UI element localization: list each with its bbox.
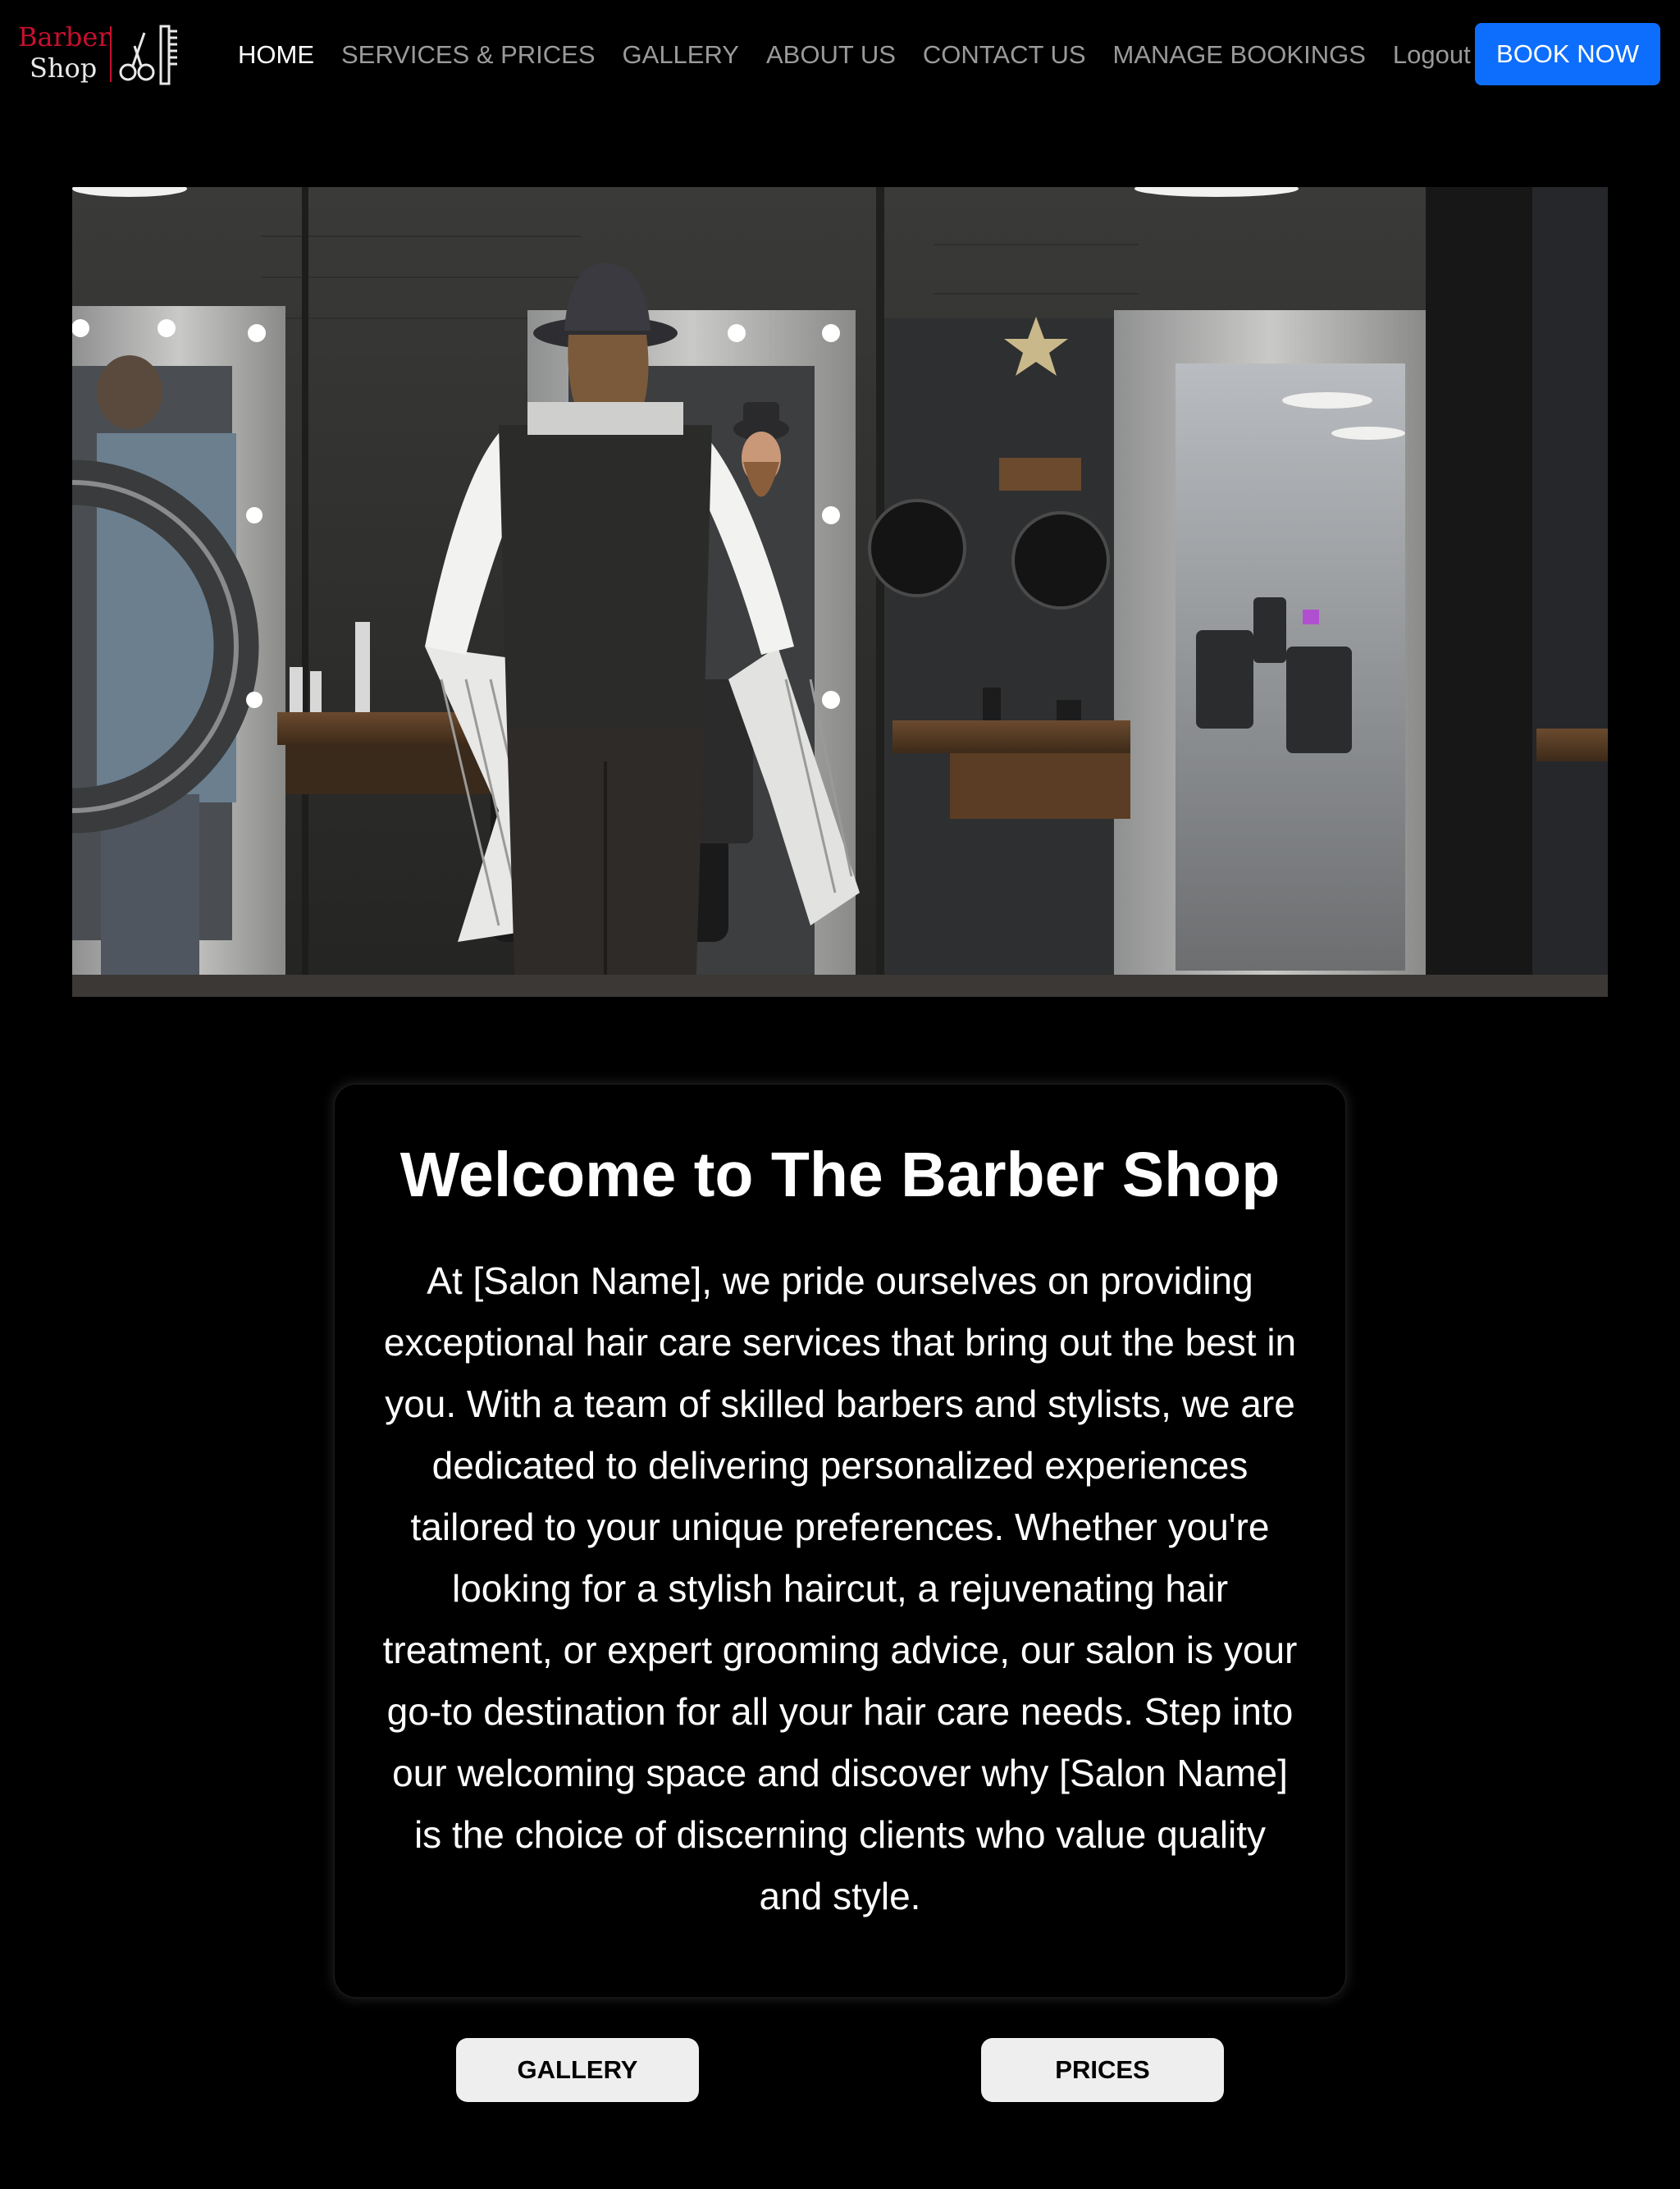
brand-divider	[110, 26, 112, 82]
nav-contact-us[interactable]: CONTACT US	[923, 40, 1086, 70]
gallery-button[interactable]: GALLERY	[456, 2038, 699, 2102]
nav-logout[interactable]: Logout	[1393, 40, 1471, 70]
nav-manage-bookings[interactable]: MANAGE BOOKINGS	[1113, 40, 1366, 70]
prices-button[interactable]: PRICES	[981, 2038, 1224, 2102]
nav-services-prices[interactable]: SERVICES & PRICES	[341, 40, 596, 70]
welcome-title: Welcome to The Barber Shop	[399, 1140, 1281, 1210]
welcome-card: Welcome to The Barber Shop At [Salon Nam…	[335, 1085, 1345, 1997]
brand-logo-text: Barber Shop	[18, 20, 111, 89]
navbar: Barber Shop HOME SERVICES & PRICES GALLE…	[0, 0, 1680, 110]
barbershop-photo-icon	[72, 187, 1608, 997]
brand-line1: Barber	[18, 21, 111, 53]
book-now-button[interactable]: BOOK NOW	[1475, 23, 1660, 85]
welcome-body: At [Salon Name], we pride ourselves on p…	[382, 1259, 1298, 1917]
scissors-comb-icon	[119, 25, 177, 85]
hero-image	[72, 187, 1608, 997]
brand-logo[interactable]: Barber Shop	[18, 20, 179, 89]
nav-home[interactable]: HOME	[238, 40, 314, 70]
nav-about-us[interactable]: ABOUT US	[766, 40, 896, 70]
nav-links: HOME SERVICES & PRICES GALLERY ABOUT US …	[238, 36, 1498, 74]
nav-gallery[interactable]: GALLERY	[623, 40, 739, 70]
brand-line2: Shop	[30, 53, 98, 84]
